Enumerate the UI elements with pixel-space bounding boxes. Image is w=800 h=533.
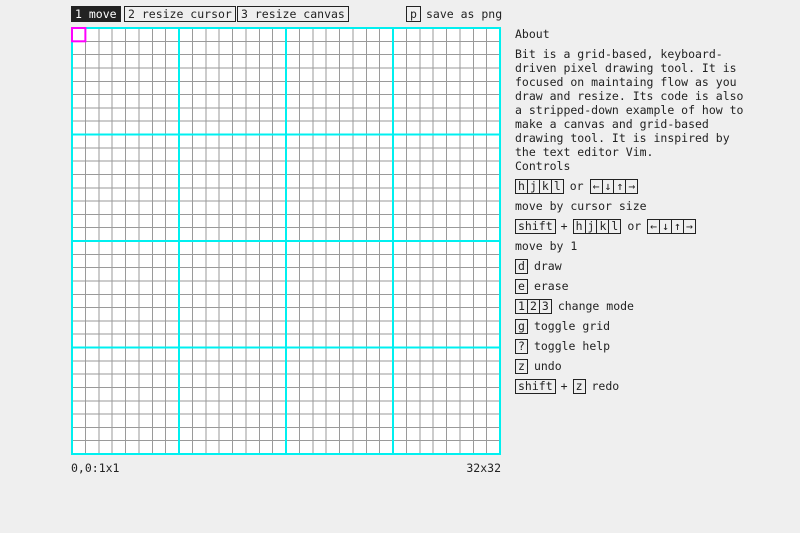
arrow-down-icon: ↓ — [659, 219, 671, 233]
about-text: Bit is a grid-based, keyboard-driven pix… — [515, 47, 744, 159]
arrow-keys: ← ↓ ↑ → — [589, 178, 639, 194]
key-l: l — [608, 219, 620, 233]
key-k: k — [538, 179, 551, 193]
or-text: or — [627, 219, 642, 233]
help-panel: About Bit is a grid-based, keyboard-driv… — [515, 27, 745, 394]
move-by-one-desc: move by 1 — [515, 239, 578, 253]
hjkl-keys: h j k l — [572, 218, 622, 234]
control-redo: shift + z redo — [515, 378, 745, 394]
shift-key-label: shift — [518, 218, 553, 233]
controls-heading: Controls — [515, 159, 571, 173]
arrow-down-icon: ↓ — [601, 179, 614, 193]
canvas-size: 32x32 — [466, 461, 501, 475]
redo-label: redo — [591, 379, 620, 393]
arrow-up-icon: ↑ — [613, 179, 625, 193]
mode-move-button[interactable]: 1 move — [71, 6, 121, 22]
key-question: ? — [518, 338, 525, 353]
undo-label: undo — [533, 359, 562, 373]
toggle-grid-label: toggle grid — [533, 319, 611, 333]
shift-key: shift — [515, 378, 556, 394]
drawing-canvas[interactable] — [71, 27, 501, 455]
arrow-right-icon: → — [682, 219, 695, 233]
arrow-keys: ← ↓ ↑ → — [647, 218, 696, 234]
key-1: 1 — [518, 298, 525, 313]
key-h: h — [575, 218, 583, 233]
control-toggle-help: ? toggle help — [515, 338, 745, 354]
move-cursor-size-desc: move by cursor size — [515, 199, 647, 213]
mode-resize-canvas-button[interactable]: 3 resize canvas — [237, 6, 349, 22]
change-mode-label: change mode — [557, 299, 634, 313]
draw-label: draw — [533, 259, 562, 273]
shift-key-label: shift — [518, 378, 553, 393]
key-j: j — [584, 219, 597, 233]
control-move-one-keys: shift + h j k l or ← ↓ ↑ → — [515, 218, 745, 234]
toggle-help-label: toggle help — [533, 339, 611, 353]
key-k: k — [596, 219, 608, 233]
save-key-button[interactable]: p — [406, 6, 421, 22]
key-z: z — [575, 378, 583, 393]
plus-text: + — [560, 219, 568, 233]
control-draw: d draw — [515, 258, 745, 274]
arrow-left-icon: ← — [592, 178, 600, 193]
or-text: or — [569, 179, 584, 193]
key-l: l — [550, 179, 563, 193]
mode-resize-cursor-button[interactable]: 2 resize cursor — [124, 6, 236, 22]
control-change-mode: 1 2 3 change mode — [515, 298, 745, 314]
key-j: j — [526, 179, 539, 193]
status-bar: 0,0:1x1 32x32 — [71, 461, 501, 475]
about-heading: About — [515, 27, 550, 41]
arrow-right-icon: → — [625, 179, 637, 193]
control-move-cursor-keys: h j k l or ← ↓ ↑ → — [515, 178, 745, 194]
key-3: 3 — [538, 299, 551, 313]
mode-toolbar: 1 move 2 resize cursor 3 resize canvas p… — [71, 6, 503, 22]
erase-label: erase — [533, 279, 569, 293]
key-e: e — [518, 278, 525, 293]
cursor-position: 0,0:1x1 — [71, 461, 120, 475]
shift-key: shift — [515, 218, 556, 234]
control-undo: z undo — [515, 358, 745, 374]
hjkl-keys: h j k l — [515, 178, 564, 194]
plus-text: + — [560, 379, 568, 393]
key-z: z — [518, 358, 525, 373]
save-as-png-label: save as png — [426, 7, 503, 21]
arrow-left-icon: ← — [650, 218, 658, 233]
key-h: h — [518, 178, 525, 193]
pixel-grid[interactable] — [71, 27, 501, 455]
control-toggle-grid: g toggle grid — [515, 318, 745, 334]
key-2: 2 — [526, 299, 539, 313]
control-erase: e erase — [515, 278, 745, 294]
arrow-up-icon: ↑ — [671, 219, 683, 233]
key-d: d — [518, 258, 525, 273]
key-g: g — [518, 318, 525, 333]
